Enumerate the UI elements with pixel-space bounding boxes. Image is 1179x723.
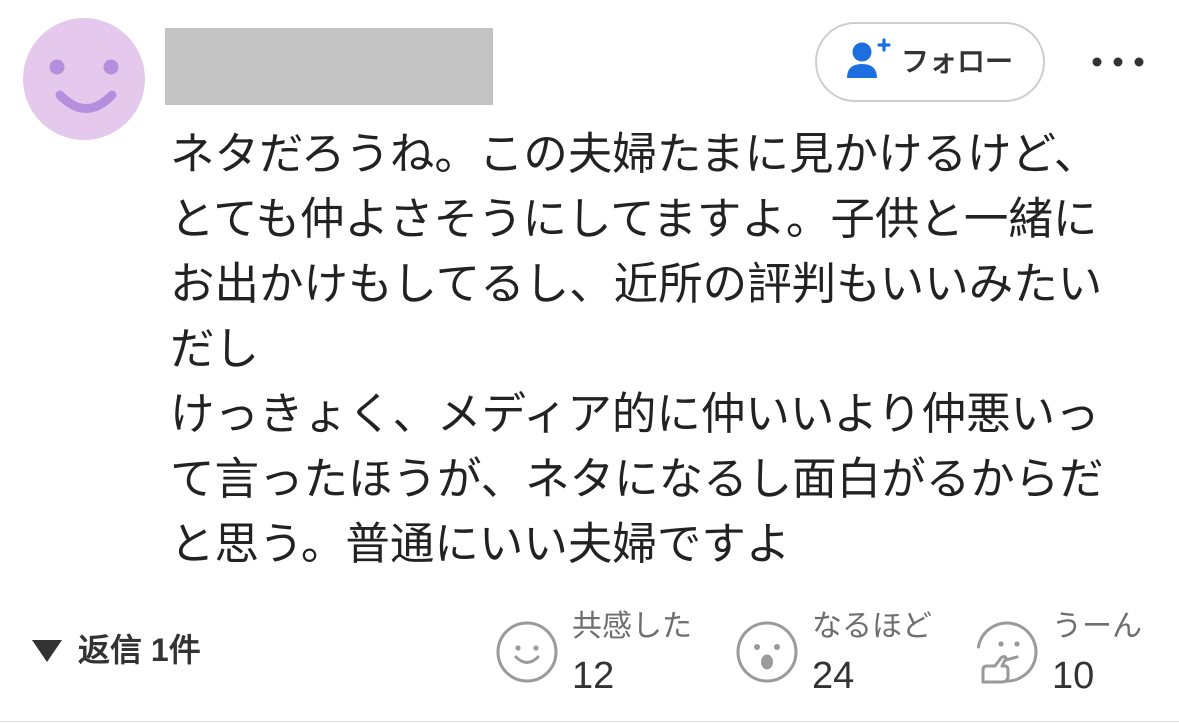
more-options-button[interactable]	[1088, 50, 1148, 74]
reaction-hmm-button[interactable]: うーん 10	[975, 606, 1165, 702]
comment-line: ネタだろうね。この夫婦たまに見かけるけど、	[170, 130, 1099, 179]
replies-toggle[interactable]: 返信 1件	[28, 626, 218, 674]
reaction-empathy-button[interactable]: 共感した 12	[495, 606, 715, 702]
comment-text: ネタだろうね。この夫婦たまに見かけるけど、 とても仲よさそうにしてますよ。子供と…	[170, 122, 1104, 577]
reaction-count: 24	[812, 655, 855, 697]
replies-label: 返信 1件	[78, 632, 201, 668]
follow-button[interactable]: フォロー	[815, 22, 1045, 102]
triangle-down-icon	[32, 640, 62, 662]
reaction-insightful-button[interactable]: なるほど 24	[735, 606, 955, 702]
reaction-label: 共感した	[572, 610, 692, 643]
reaction-label: なるほど	[812, 610, 932, 643]
comment-line: だし	[170, 325, 260, 374]
thinking-face-icon	[976, 621, 1038, 684]
reaction-count: 12	[572, 655, 615, 697]
redacted-username	[165, 28, 493, 105]
reaction-label: うーん	[1052, 610, 1142, 643]
follow-label: フォロー	[901, 46, 1014, 77]
comment-line: けっきょく、メディア的に仲いいより仲悪いっ	[170, 390, 1100, 439]
comment-line: と思う。普通にいい夫婦ですよ	[170, 520, 791, 569]
comment-line: お出かけもしてるし、近所の評判もいいみたい	[170, 260, 1103, 309]
surprised-face-icon	[736, 621, 798, 683]
bottom-divider	[0, 721, 1179, 722]
smile-icon	[496, 621, 558, 683]
add-user-icon	[847, 38, 891, 78]
more-dots-icon	[1092, 57, 1144, 67]
avatar[interactable]	[23, 18, 145, 140]
comment-line: て言ったほうが、ネタになるし面白がるからだ	[170, 455, 1104, 504]
reaction-count: 10	[1052, 655, 1095, 697]
smiley-face-icon	[23, 18, 145, 140]
comment-line: とても仲よさそうにしてますよ。子供と一緒に	[170, 195, 1098, 244]
